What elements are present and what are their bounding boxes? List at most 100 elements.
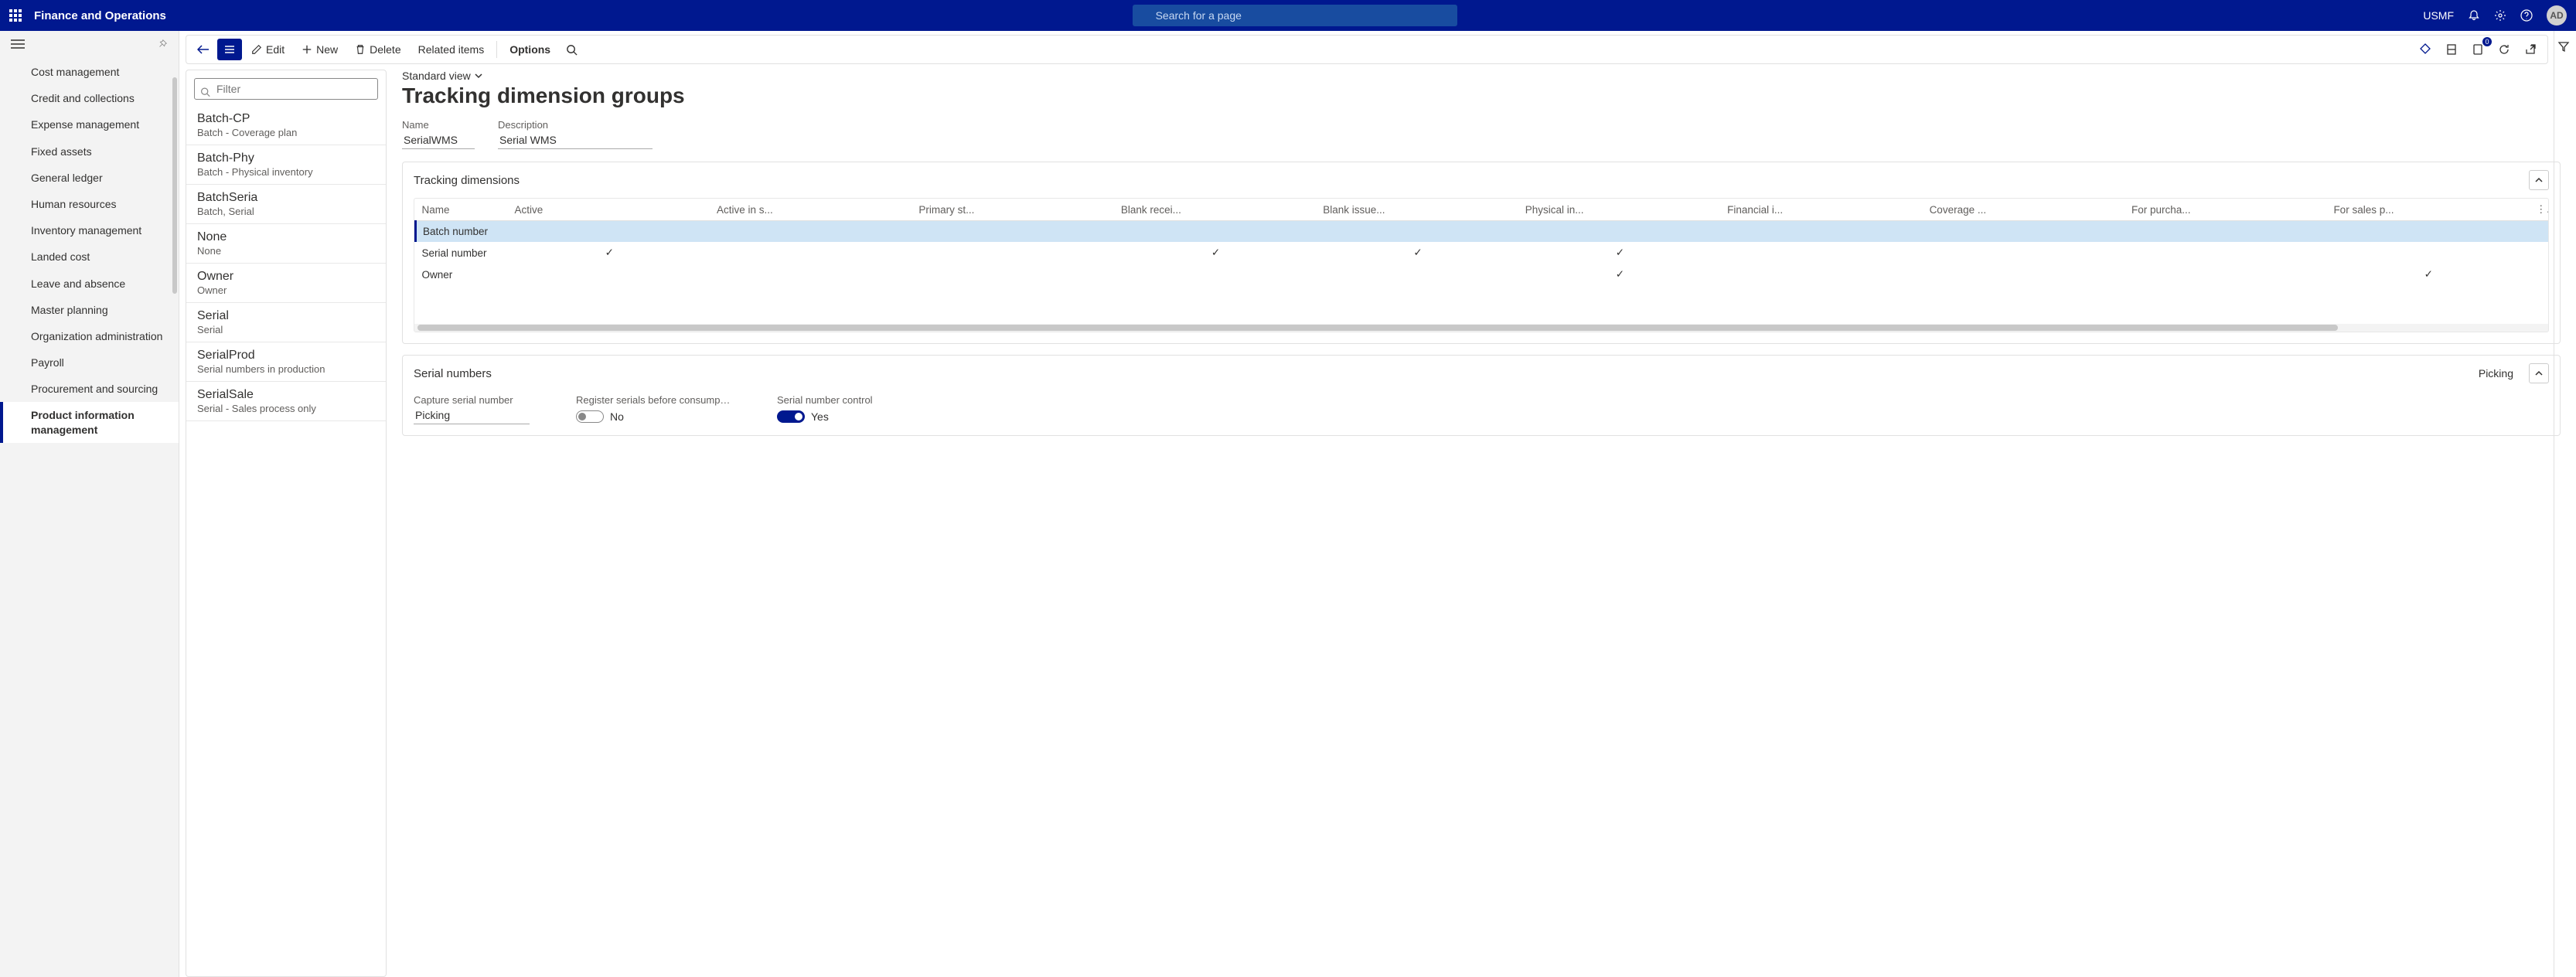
nav-item[interactable]: Expense management	[0, 111, 179, 138]
table-column-header[interactable]: Financial i...	[1721, 199, 1923, 221]
list-item[interactable]: NoneNone	[186, 224, 386, 264]
row-check-cell[interactable]	[2125, 221, 2327, 243]
table-horizontal-scrollbar[interactable]	[414, 324, 2548, 332]
table-column-header[interactable]: Active	[509, 199, 710, 221]
row-check-cell[interactable]	[912, 242, 1114, 264]
nav-item[interactable]: Landed cost	[0, 243, 179, 270]
row-check-cell[interactable]	[2125, 242, 2327, 264]
pin-icon[interactable]	[157, 39, 168, 49]
nav-item[interactable]: Credit and collections	[0, 85, 179, 111]
table-column-header[interactable]: Blank issue...	[1317, 199, 1518, 221]
list-item[interactable]: SerialSaleSerial - Sales process only	[186, 382, 386, 421]
row-check-cell[interactable]: ✓	[1519, 264, 1721, 285]
list-item[interactable]: BatchSeriaBatch, Serial	[186, 185, 386, 224]
search-toolbar-button[interactable]	[560, 39, 584, 60]
settings-icon[interactable]	[2494, 9, 2506, 22]
view-selector[interactable]: Standard view	[402, 70, 2561, 82]
nav-item[interactable]: Payroll	[0, 349, 179, 376]
list-item[interactable]: Batch-PhyBatch - Physical inventory	[186, 145, 386, 185]
row-check-cell[interactable]	[1923, 264, 2125, 285]
row-check-cell[interactable]	[1923, 242, 2125, 264]
row-check-cell[interactable]: ✓	[509, 242, 710, 264]
name-field-value[interactable]: SerialWMS	[402, 132, 475, 149]
register-serials-toggle[interactable]	[576, 410, 604, 423]
table-column-header[interactable]: Active in s...	[710, 199, 912, 221]
list-item[interactable]: SerialSerial	[186, 303, 386, 342]
nav-item[interactable]: Procurement and sourcing	[0, 376, 179, 402]
table-column-header[interactable]: Blank recei...	[1115, 199, 1317, 221]
row-check-cell[interactable]	[2327, 221, 2530, 243]
row-check-cell[interactable]	[1115, 221, 1317, 243]
nav-item[interactable]: Human resources	[0, 191, 179, 217]
edit-button[interactable]: Edit	[244, 39, 292, 60]
table-column-header[interactable]: For sales p...	[2327, 199, 2530, 221]
table-column-header[interactable]: Primary st...	[912, 199, 1114, 221]
nav-item[interactable]: Product information management	[0, 402, 179, 442]
row-check-cell[interactable]	[1115, 264, 1317, 285]
table-column-header[interactable]: Coverage ...	[1923, 199, 2125, 221]
row-check-cell[interactable]: ✓	[1519, 242, 1721, 264]
capture-serial-value[interactable]: Picking	[414, 407, 530, 424]
collapse-tracking-button[interactable]	[2529, 170, 2549, 190]
filter-pane-icon[interactable]	[2557, 40, 2570, 55]
table-column-header[interactable]: Name	[416, 199, 509, 221]
row-check-cell[interactable]	[2125, 264, 2327, 285]
table-column-header[interactable]: For purcha...	[2125, 199, 2327, 221]
row-check-cell[interactable]: ✓	[2327, 264, 2530, 285]
global-search-input[interactable]	[1133, 5, 1457, 26]
description-field-value[interactable]: Serial WMS	[498, 132, 653, 149]
nav-item[interactable]: General ledger	[0, 165, 179, 191]
row-check-cell[interactable]	[1923, 221, 2125, 243]
row-check-cell[interactable]	[1519, 221, 1721, 243]
row-check-cell[interactable]	[1721, 264, 1923, 285]
nav-item[interactable]: Master planning	[0, 297, 179, 323]
nav-item[interactable]: Organization administration	[0, 323, 179, 349]
new-button[interactable]: New	[294, 39, 346, 60]
row-check-cell[interactable]	[912, 264, 1114, 285]
help-icon[interactable]	[2520, 9, 2533, 22]
row-check-cell[interactable]	[710, 242, 912, 264]
app-launcher-icon[interactable]	[9, 9, 22, 22]
table-row[interactable]: Serial number✓✓✓✓	[416, 242, 2549, 264]
related-items-button[interactable]: Related items	[411, 39, 492, 60]
row-check-cell[interactable]	[2327, 242, 2530, 264]
options-button[interactable]: Options	[502, 39, 558, 60]
company-label[interactable]: USMF	[2423, 9, 2454, 22]
list-item[interactable]: OwnerOwner	[186, 264, 386, 303]
page-options-icon[interactable]: 0	[2465, 39, 2490, 60]
list-item[interactable]: Batch-CPBatch - Coverage plan	[186, 106, 386, 145]
row-check-cell[interactable]	[710, 264, 912, 285]
back-button[interactable]	[191, 39, 216, 60]
table-row[interactable]: Batch number	[416, 221, 2549, 243]
row-check-cell[interactable]	[912, 221, 1114, 243]
row-check-cell[interactable]	[1317, 221, 1518, 243]
row-check-cell[interactable]	[1721, 242, 1923, 264]
row-check-cell[interactable]	[1317, 264, 1518, 285]
row-check-cell[interactable]	[509, 221, 710, 243]
table-column-header[interactable]: Physical in...	[1519, 199, 1721, 221]
popout-icon[interactable]	[2518, 39, 2543, 60]
list-item[interactable]: SerialProdSerial numbers in production	[186, 342, 386, 382]
nav-item[interactable]: Inventory management	[0, 217, 179, 243]
nav-item[interactable]: Fixed assets	[0, 138, 179, 165]
serial-control-toggle[interactable]	[777, 410, 805, 423]
user-avatar[interactable]: AD	[2547, 5, 2567, 26]
refresh-icon[interactable]	[2492, 39, 2516, 60]
row-check-cell[interactable]: ✓	[1115, 242, 1317, 264]
notifications-icon[interactable]	[2468, 9, 2480, 22]
nav-item[interactable]: Leave and absence	[0, 271, 179, 297]
office-icon[interactable]	[2439, 39, 2464, 60]
row-check-cell[interactable]	[1721, 221, 1923, 243]
table-row[interactable]: Owner✓✓	[416, 264, 2549, 285]
attachments-icon[interactable]	[2413, 39, 2438, 60]
nav-scrollbar[interactable]	[172, 77, 177, 294]
row-check-cell[interactable]: ✓	[1317, 242, 1518, 264]
table-more-icon[interactable]: ⋮	[2530, 199, 2548, 221]
delete-button[interactable]: Delete	[347, 39, 408, 60]
hamburger-icon[interactable]	[11, 39, 25, 49]
nav-item[interactable]: Cost management	[0, 59, 179, 85]
list-view-button[interactable]	[217, 39, 242, 60]
collapse-serial-button[interactable]	[2529, 363, 2549, 383]
list-filter-input[interactable]	[194, 78, 378, 100]
row-check-cell[interactable]	[509, 264, 710, 285]
